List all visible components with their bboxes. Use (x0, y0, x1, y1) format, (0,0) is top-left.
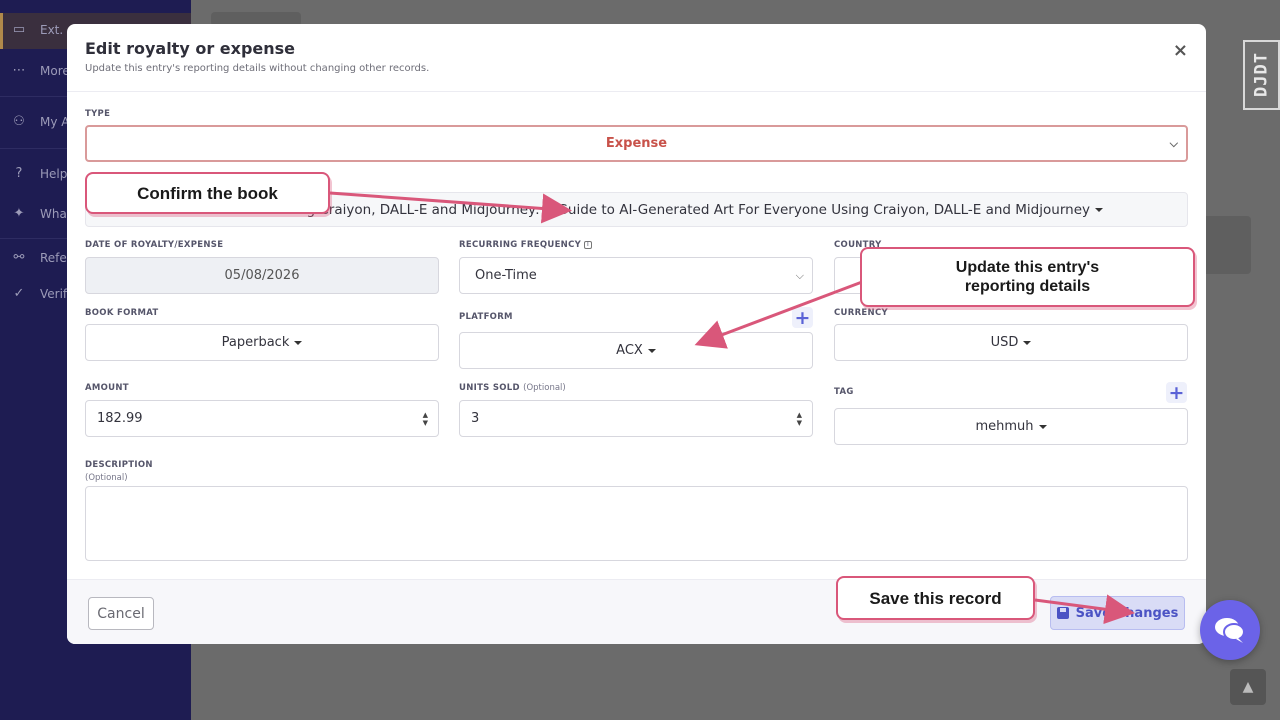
frequency-label: RECURRING FREQUENCY i (459, 240, 593, 250)
book-format-value: Paperback (222, 335, 303, 350)
sidebar-item-label: Ext. (40, 22, 64, 37)
callout-save-record: Save this record (836, 576, 1035, 620)
platform-select[interactable]: ACX (459, 332, 813, 369)
sidebar-item-label: Verif (40, 286, 68, 301)
amount-label: AMOUNT (85, 383, 129, 393)
modal-footer: Cancel Save Changes (67, 579, 1206, 644)
chevron-down-icon: ⌵ (795, 268, 804, 282)
description-textarea[interactable] (85, 486, 1188, 561)
cancel-button[interactable]: Cancel (88, 597, 154, 630)
sidebar-item-refer[interactable]: ⚯ Refer (10, 250, 72, 265)
currency-value: USD (991, 335, 1032, 350)
plus-icon: + (1168, 381, 1185, 404)
sidebar-item-label: Help (40, 166, 68, 181)
platform-label: PLATFORM (459, 312, 513, 322)
modal-header: Edit royalty or expense Update this entr… (67, 24, 1206, 92)
units-sold-input[interactable]: 3 ▲ ▼ (459, 400, 813, 437)
modal-title: Edit royalty or expense (85, 39, 296, 58)
currency-select[interactable]: USD (834, 324, 1188, 361)
stepper-arrows-icon[interactable]: ▲ ▼ (423, 411, 428, 427)
save-changes-label: Save Changes (1075, 605, 1179, 621)
type-select-value: Expense (605, 136, 668, 151)
currency-label: CURRENCY (834, 308, 888, 318)
more-icon: ⋯ (12, 63, 26, 78)
tag-value: mehmuh (975, 419, 1046, 434)
edit-royalty-modal: Edit royalty or expense Update this entr… (67, 24, 1206, 644)
sidebar-item-label: More (40, 63, 70, 78)
frequency-value: One-Time (475, 268, 537, 283)
sidebar-item-label: My A (40, 114, 70, 129)
verified-icon: ✓ (13, 286, 25, 301)
sidebar-item-help[interactable]: ? Help (10, 166, 68, 181)
units-sold-label: UNITS SOLD (Optional) (459, 383, 566, 393)
modal-subtitle: Update this entry's reporting details wi… (85, 63, 430, 74)
amount-value: 182.99 (97, 411, 143, 426)
close-icon[interactable]: × (1173, 40, 1188, 61)
type-label: TYPE (85, 109, 111, 119)
sidebar-item-my-account[interactable]: ⚇ My A (10, 114, 69, 129)
chat-widget-button[interactable] (1200, 600, 1260, 660)
book-format-select[interactable]: Paperback (85, 324, 439, 361)
scroll-to-top-button[interactable]: ▲ (1230, 669, 1266, 705)
sidebar-item-whats-new[interactable]: ✦ What (10, 206, 72, 221)
chevron-down-icon: ⌵ (1169, 136, 1178, 150)
users-icon: ⚯ (13, 250, 25, 265)
frequency-select[interactable]: One-Time ⌵ (459, 257, 813, 294)
description-label: DESCRIPTION (85, 460, 153, 470)
chat-icon (1215, 618, 1245, 643)
tag-label: TAG (834, 387, 854, 397)
book-format-label: BOOK FORMAT (85, 308, 159, 318)
amount-input[interactable]: 182.99 ▲ ▼ (85, 400, 439, 437)
frequency-label-text: RECURRING FREQUENCY (459, 240, 582, 250)
description-optional: (Optional) (85, 473, 128, 483)
plus-icon: + (794, 306, 811, 329)
sidebar-item-more[interactable]: ⋯ More (10, 63, 70, 78)
callout-line: Update this entry's (955, 259, 1100, 276)
stepper-arrows-icon[interactable]: ▲ ▼ (797, 411, 802, 427)
watermark-logo: DJDT (1243, 40, 1280, 110)
date-label: DATE OF ROYALTY/EXPENSE (85, 240, 224, 250)
date-field: 05/08/2026 (85, 257, 439, 294)
save-changes-button[interactable]: Save Changes (1050, 596, 1185, 630)
callout-confirm-book: Confirm the book (85, 172, 330, 214)
type-select[interactable]: Expense ⌵ (85, 125, 1188, 162)
sparkle-icon: ✦ (13, 206, 25, 221)
callout-update-details: Update this entry's reporting details (860, 247, 1195, 307)
help-icon: ? (15, 166, 23, 181)
add-tag-button[interactable]: + (1166, 381, 1187, 404)
info-icon: i (584, 240, 593, 249)
optional-hint: (Optional) (523, 383, 566, 393)
units-sold-value: 3 (471, 411, 480, 426)
sidebar-item-verify[interactable]: ✓ Verif (10, 286, 68, 301)
tag-select[interactable]: mehmuh (834, 408, 1188, 445)
units-sold-label-text: UNITS SOLD (459, 383, 520, 393)
platform-value: ACX (616, 343, 656, 358)
user-settings-icon: ⚇ (13, 114, 25, 129)
wallet-icon: ▭ (12, 22, 26, 37)
date-value: 05/08/2026 (224, 268, 300, 283)
chevron-up-icon: ▲ (1242, 679, 1254, 695)
sidebar-item-ext[interactable]: ▭ Ext. (10, 22, 63, 37)
callout-line: reporting details (964, 278, 1091, 295)
save-icon (1056, 607, 1069, 619)
book-select-value: ng Craiyon, DALL-E and Midjourney: A Gui… (298, 202, 1103, 218)
add-platform-button[interactable]: + (792, 306, 813, 329)
